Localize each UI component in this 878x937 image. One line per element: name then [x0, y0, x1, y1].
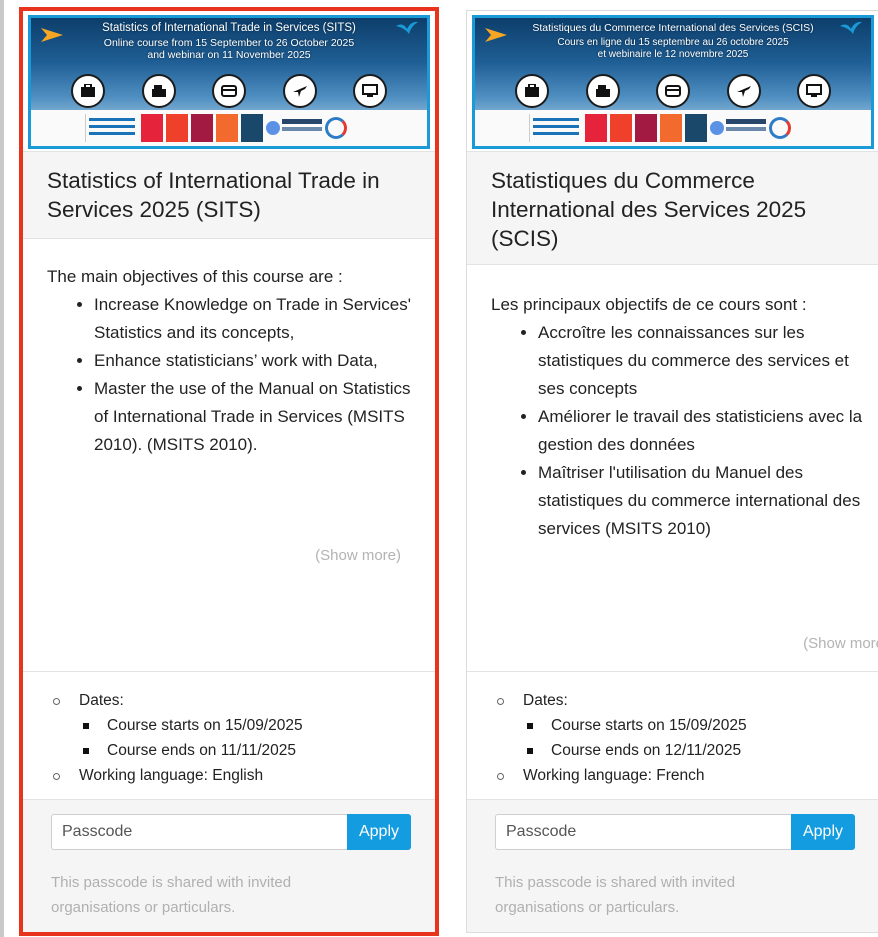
objectives-intro: The main objectives of this course are : — [47, 267, 343, 286]
wto-logo — [769, 117, 791, 139]
show-more-link[interactable]: (Show more) — [315, 547, 401, 564]
partner-logos-strip — [475, 110, 871, 146]
course-end-date: Course ends on 11/11/2025 — [23, 738, 435, 763]
course-start-date: Course starts on 15/09/2025 — [23, 713, 435, 738]
card-header: Statistiques du Commerce International d… — [467, 151, 878, 265]
airplane-icon — [726, 74, 761, 108]
list-item: Enhance statisticians’ work with Data, — [94, 347, 417, 375]
course-banner-image[interactable]: Statistiques du Commerce International d… — [472, 15, 874, 149]
sdg-1-icon — [141, 114, 163, 142]
trainfortrade-logo — [529, 114, 582, 142]
course-banner-image[interactable]: Statistics of International Trade in Ser… — [28, 15, 430, 149]
course-start-date: Course starts on 15/09/2025 — [467, 713, 878, 738]
airplane-icon — [282, 74, 317, 108]
course-title[interactable]: Statistiques du Commerce International d… — [491, 166, 861, 253]
sdg-9-icon — [216, 114, 238, 142]
list-item: Accroître les connaissances sur les stat… — [538, 319, 863, 403]
apply-button[interactable]: Apply — [347, 814, 411, 850]
page-left-border — [0, 0, 4, 937]
objectives-list: Increase Knowledge on Trade in Services'… — [23, 291, 435, 459]
banner-subtitle-2: and webinar on 11 November 2025 — [147, 49, 311, 61]
wto-logo — [325, 117, 347, 139]
passcode-note: This passcode is shared with invited org… — [51, 874, 292, 916]
course-info: Dates: Course starts on 15/09/2025 Cours… — [467, 671, 878, 799]
credit-card-icon — [212, 74, 246, 108]
sdg-8-icon — [635, 114, 657, 142]
enrollment-footer: Apply This passcode is shared with invit… — [23, 799, 435, 932]
card-header: Statistics of International Trade in Ser… — [23, 151, 435, 239]
course-info: Dates: Course starts on 15/09/2025 Cours… — [23, 671, 435, 799]
credit-card-icon — [656, 74, 690, 108]
monitor-icon — [797, 74, 831, 108]
onu-commerce-developpement-logo — [478, 114, 526, 142]
passcode-form: Apply — [495, 814, 855, 850]
list-item: Master the use of the Manual on Statisti… — [94, 375, 417, 459]
banner-subtitle: Cours en ligne du 15 septembre au 26 oct… — [557, 37, 789, 48]
sdg-1-icon — [585, 114, 607, 142]
passcode-input[interactable] — [51, 814, 347, 850]
partner-logos-strip — [31, 110, 427, 146]
passcode-note: This passcode is shared with invited org… — [495, 874, 736, 916]
show-more-link[interactable]: (Show more) — [803, 635, 878, 652]
sdg-5-icon — [166, 114, 188, 142]
briefcase-icon — [515, 74, 549, 108]
banner-title: Statistics of International Trade in Ser… — [102, 22, 356, 34]
cash-register-icon — [585, 74, 620, 108]
banner-title: Statistiques du Commerce International d… — [532, 22, 814, 34]
course-description: The main objectives of this course are :… — [23, 239, 435, 671]
dates-label: Dates: — [467, 688, 878, 713]
passcode-input[interactable] — [495, 814, 791, 850]
banner-subtitle: Online course from 15 September to 26 Oc… — [103, 37, 355, 49]
un-desa-logo — [710, 114, 766, 142]
sdg-5-icon — [610, 114, 632, 142]
course-title[interactable]: Statistics of International Trade in Ser… — [47, 166, 417, 224]
bird-icon — [840, 21, 862, 34]
sdg-9-icon — [660, 114, 682, 142]
un-desa-logo — [266, 114, 322, 142]
course-card-scis: Statistiques du Commerce International d… — [466, 10, 878, 933]
working-language: Working language: French — [467, 763, 878, 788]
list-item: Améliorer le travail des statisticiens a… — [538, 403, 863, 459]
objectives-list: Accroître les connaissances sur les stat… — [467, 319, 878, 543]
course-card-sits: Statistics of International Trade in Ser… — [19, 7, 439, 936]
list-item: Increase Knowledge on Trade in Services'… — [94, 291, 417, 347]
banner-icons-row — [515, 74, 831, 110]
enrollment-footer: Apply This passcode is shared with invit… — [467, 799, 878, 932]
monitor-icon — [353, 74, 387, 108]
objectives-intro: Les principaux objectifs de ce cours son… — [491, 295, 807, 314]
un-trade-development-logo — [34, 114, 82, 142]
sdg-17-icon — [685, 114, 707, 142]
sdg-17-icon — [241, 114, 263, 142]
sdg-8-icon — [191, 114, 213, 142]
list-item: Maîtriser l'utilisation du Manuel des st… — [538, 459, 863, 543]
banner-icons-row — [71, 74, 387, 110]
course-end-date: Course ends on 12/11/2025 — [467, 738, 878, 763]
cash-register-icon — [141, 74, 176, 108]
course-description: Les principaux objectifs de ce cours son… — [467, 265, 878, 671]
banner-subtitle-2: et webinaire le 12 novembre 2025 — [597, 49, 749, 60]
bird-icon — [396, 21, 418, 34]
dates-label: Dates: — [23, 688, 435, 713]
passcode-form: Apply — [51, 814, 411, 850]
working-language: Working language: English — [23, 763, 435, 788]
trainfortrade-logo — [85, 114, 138, 142]
apply-button[interactable]: Apply — [791, 814, 855, 850]
briefcase-icon — [71, 74, 105, 108]
